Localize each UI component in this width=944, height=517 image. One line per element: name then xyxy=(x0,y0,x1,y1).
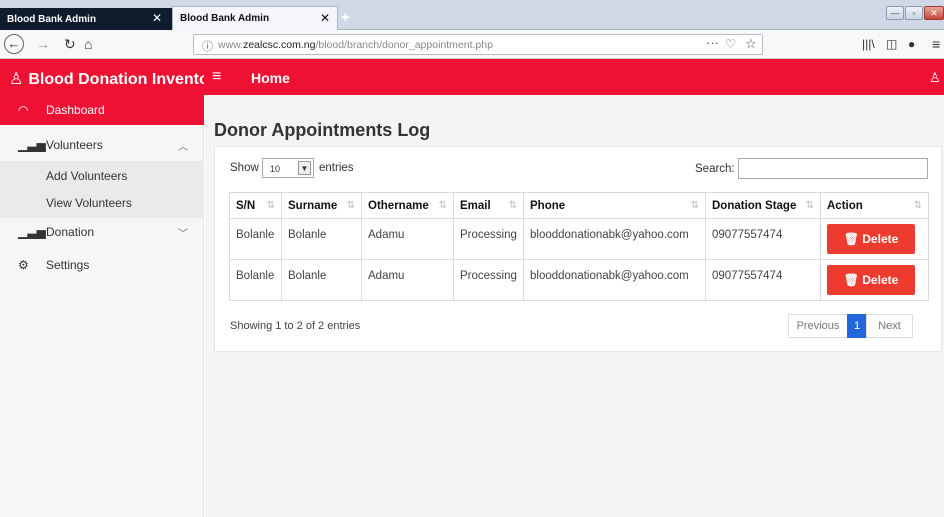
browser-tab-bar: Blood Bank Admin ✕ Blood Bank Admin ✕ + … xyxy=(0,0,944,30)
column-header-phone[interactable]: Phone ⇅ xyxy=(523,192,706,219)
trash-icon: 🗑 xyxy=(843,273,859,287)
search-label: Search: xyxy=(695,163,735,175)
home-icon[interactable]: ⌂ xyxy=(84,36,92,52)
cell-othername: Adamu xyxy=(361,218,454,260)
show-label: Show xyxy=(230,162,259,174)
bookmark-star-icon[interactable]: ☆ xyxy=(745,36,757,52)
cell-action: 🗑 Delete xyxy=(820,218,929,260)
pocket-icon[interactable]: ♡ xyxy=(725,37,736,51)
close-tab-icon[interactable]: ✕ xyxy=(152,11,162,25)
sidebar-item-view-volunteers[interactable]: View Volunteers xyxy=(0,188,204,218)
trash-icon: 🗑 xyxy=(843,232,859,246)
entries-value: 10 xyxy=(270,164,281,174)
sort-icon: ⇅ xyxy=(266,200,275,211)
chevron-down-icon: ﹀ xyxy=(178,229,188,240)
brand-title[interactable]: ♙Blood Donation Inventory xyxy=(0,59,204,95)
blood-drop-icon: ♙ xyxy=(9,71,24,88)
column-header-othername[interactable]: Othername ⇅ xyxy=(361,192,454,219)
menu-icon[interactable]: ≡ xyxy=(932,36,940,52)
gear-icon: ⚙ xyxy=(18,258,29,272)
cell-donation-stage: 09077557474 xyxy=(705,259,821,301)
sidebar-item-dashboard[interactable]: ◠ Dashboard xyxy=(0,95,204,125)
table-row: Bolanle Bolanle Adamu Processing blooddo… xyxy=(229,259,929,301)
cell-email: Processing xyxy=(453,218,524,260)
cell-phone: blooddonationabk@yahoo.com xyxy=(523,218,706,260)
dropdown-arrow-icon: ▼ xyxy=(298,161,311,175)
chevron-up-icon: ︿ xyxy=(178,142,188,153)
table-header-row: S/N ⇅ Surname ⇅ Othername ⇅ Email ⇅ Phone ⇅ D… xyxy=(229,192,929,219)
appointments-table: S/N ⇅ Surname ⇅ Othername ⇅ Email ⇅ Phone ⇅ D… xyxy=(229,192,929,301)
browser-tab[interactable]: Blood Bank Admin ✕ xyxy=(0,8,172,30)
sort-icon: ⇅ xyxy=(346,200,355,211)
browser-navigation-bar: ← → ↻ ⌂ ⓘ www.zealcsc.com.ng/blood/branc… xyxy=(0,30,944,59)
sidebar-item-volunteers[interactable]: ▁▃▅ Volunteers ︿ xyxy=(0,130,204,160)
sidebar-item-label: Volunteers xyxy=(46,138,103,152)
tab-title: Blood Bank Admin xyxy=(7,14,97,25)
tab-title: Blood Bank Admin xyxy=(180,13,270,24)
delete-button[interactable]: 🗑 Delete xyxy=(827,224,915,254)
cell-donation-stage: 09077557474 xyxy=(705,218,821,260)
sidebar-item-donation[interactable]: ▁▃▅ Donation ﹀ xyxy=(0,217,204,247)
sidebar-item-add-volunteers[interactable]: Add Volunteers xyxy=(0,161,204,191)
close-window-button[interactable]: ✕ xyxy=(924,6,944,20)
bar-chart-icon: ▁▃▅ xyxy=(18,138,46,152)
sidebar-toggle-icon[interactable]: ◫ xyxy=(886,36,897,52)
previous-page-button[interactable]: Previous xyxy=(788,314,848,338)
url-bar[interactable]: ⓘ www.zealcsc.com.ng/blood/branch/donor_… xyxy=(193,34,763,55)
next-page-button[interactable]: Next xyxy=(866,314,913,338)
cell-email: Processing xyxy=(453,259,524,301)
user-icon[interactable]: ♙ xyxy=(929,70,941,86)
sidebar-item-label: Add Volunteers xyxy=(46,169,128,183)
page-actions-icon[interactable]: ··· xyxy=(706,35,719,50)
cell-surname: Bolanle xyxy=(281,259,362,301)
sort-icon: ⇅ xyxy=(690,200,699,211)
close-tab-icon[interactable]: ✕ xyxy=(320,11,330,25)
browser-tab-active[interactable]: Blood Bank Admin ✕ xyxy=(172,6,338,30)
column-header-email[interactable]: Email ⇅ xyxy=(453,192,524,219)
page-1-button[interactable]: 1 xyxy=(847,314,867,338)
library-icon[interactable]: |||\ xyxy=(862,36,875,52)
sidebar-item-settings[interactable]: ⚙ Settings xyxy=(0,250,204,280)
table-row: Bolanle Bolanle Adamu Processing blooddo… xyxy=(229,218,929,260)
cell-sn: Bolanle xyxy=(229,259,282,301)
info-icon[interactable]: ⓘ xyxy=(202,38,213,54)
sidebar-item-label: Settings xyxy=(46,258,90,272)
dashboard-icon: ◠ xyxy=(18,103,29,117)
column-header-sn[interactable]: S/N ⇅ xyxy=(229,192,282,219)
sort-icon: ⇅ xyxy=(438,200,447,211)
cell-sn: Bolanle xyxy=(229,218,282,260)
forward-arrow-icon[interactable]: → xyxy=(36,36,50,52)
minimize-window-button[interactable]: — xyxy=(886,6,904,20)
sort-icon: ⇅ xyxy=(913,200,922,211)
delete-button[interactable]: 🗑 Delete xyxy=(827,265,915,295)
sort-icon: ⇅ xyxy=(805,200,814,211)
hamburger-menu-icon[interactable]: ≡ xyxy=(212,69,221,85)
url-text: www.zealcsc.com.ng/blood/branch/donor_ap… xyxy=(218,39,493,51)
cell-surname: Bolanle xyxy=(281,218,362,260)
cell-phone: blooddonationabk@yahoo.com xyxy=(523,259,706,301)
table-info: Showing 1 to 2 of 2 entries xyxy=(230,320,361,332)
extension-icon[interactable]: ● xyxy=(908,36,915,52)
home-link[interactable]: Home xyxy=(251,70,290,86)
sidebar-item-label: Donation xyxy=(46,225,95,239)
sort-icon: ⇅ xyxy=(508,200,517,211)
search-input[interactable] xyxy=(738,158,928,179)
back-arrow-icon[interactable]: ← xyxy=(4,34,24,54)
entries-label: entries xyxy=(319,162,354,174)
maximize-window-button[interactable]: ▫ xyxy=(905,6,923,20)
cell-action: 🗑 Delete xyxy=(820,259,929,301)
bar-chart-icon: ▁▃▅ xyxy=(18,225,46,239)
reload-icon[interactable]: ↻ xyxy=(64,36,76,52)
entries-select[interactable]: 10 ▼ xyxy=(262,158,314,178)
column-header-action[interactable]: Action ⇅ xyxy=(820,192,929,219)
sidebar-item-label: View Volunteers xyxy=(46,196,132,210)
page-title: Donor Appointments Log xyxy=(214,120,431,140)
column-header-surname[interactable]: Surname ⇅ xyxy=(281,192,362,219)
column-header-donation-stage[interactable]: Donation Stage ⇅ xyxy=(705,192,821,219)
cell-othername: Adamu xyxy=(361,259,454,301)
sidebar-item-label: Dashboard xyxy=(46,103,105,117)
new-tab-button[interactable]: + xyxy=(341,9,350,26)
